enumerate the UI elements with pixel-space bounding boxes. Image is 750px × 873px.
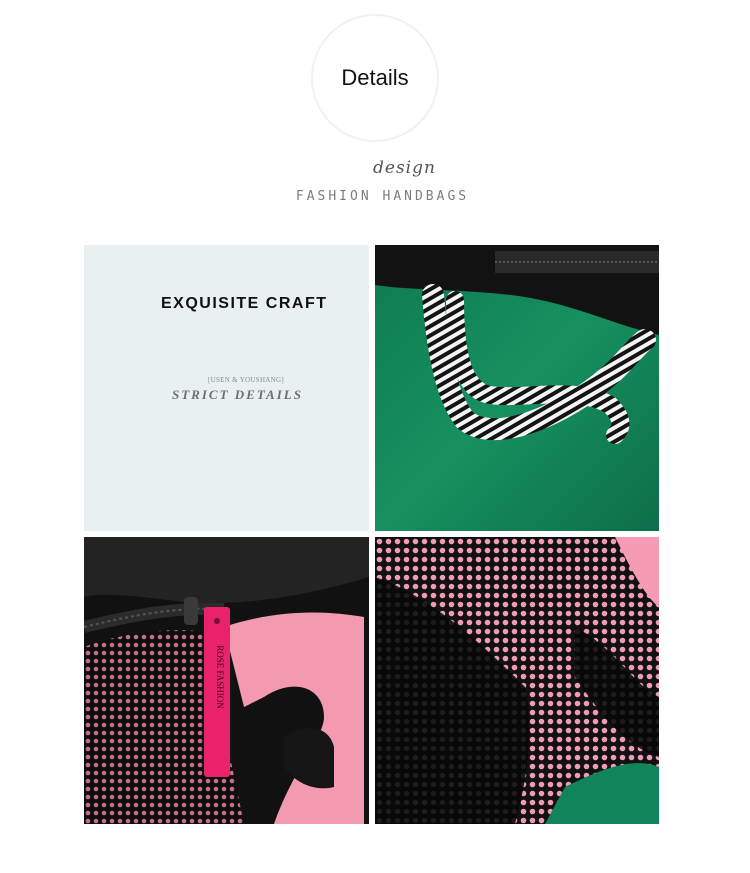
details-title: Details [341, 65, 409, 90]
mesh-pocket-photo [375, 537, 659, 824]
strict-details-tagline: STRICT DETAILS [172, 387, 303, 402]
exquisite-craft-panel: EXQUISITE CRAFT [USEN & YOUSHANG] STRICT… [84, 245, 369, 531]
design-script-text: design [373, 158, 436, 178]
zipper-pull-photo: ROSE FASHION [84, 537, 369, 824]
exquisite-craft-title: EXQUISITE CRAFT [161, 295, 328, 312]
details-badge: Details [311, 14, 439, 142]
zipper-tab-text: ROSE FASHION [215, 645, 225, 709]
fashion-handbags-subtitle: FASHION HANDBAGS [295, 189, 470, 204]
striped-handle-photo [375, 245, 659, 531]
brand-small-text: [USEN & YOUSHANG] [208, 376, 285, 384]
